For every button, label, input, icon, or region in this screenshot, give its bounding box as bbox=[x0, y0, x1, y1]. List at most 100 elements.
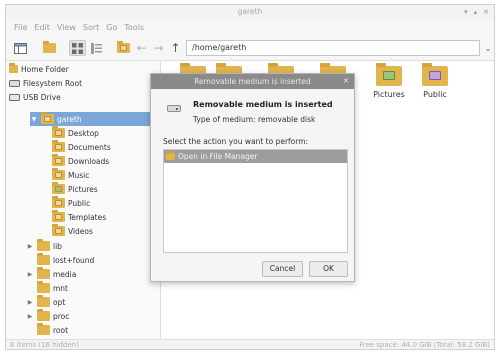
tree-item-desktop[interactable]: Desktop bbox=[52, 126, 99, 140]
up-button[interactable]: ↑ bbox=[167, 40, 184, 56]
arrow-right-icon: → bbox=[153, 41, 164, 55]
tree-item-music[interactable]: Music bbox=[52, 168, 89, 182]
path-input[interactable]: /home/gareth bbox=[186, 40, 480, 56]
folder-icon bbox=[37, 253, 50, 265]
menu-sort[interactable]: Sort bbox=[83, 23, 99, 32]
tree-item-label: Templates bbox=[68, 212, 107, 222]
downloads-folder-icon bbox=[52, 154, 65, 166]
tree-item-label: opt bbox=[53, 297, 66, 307]
pictures-folder-icon bbox=[52, 182, 65, 194]
tree-item-public[interactable]: Public bbox=[52, 196, 90, 210]
tree-item-label: Videos bbox=[68, 226, 93, 236]
tree-item-opt[interactable]: ▶ opt bbox=[26, 295, 65, 309]
tree-item-documents[interactable]: Documents bbox=[52, 140, 111, 154]
place-label: USB Drive bbox=[23, 92, 61, 102]
place-label: Home Folder bbox=[21, 64, 69, 74]
templates-folder-icon bbox=[52, 210, 65, 222]
window-controls: ▾ ▴ ✕ bbox=[464, 5, 489, 19]
place-home-folder[interactable]: Home Folder bbox=[9, 63, 69, 75]
dialog-close-icon[interactable]: ✕ bbox=[343, 74, 349, 89]
folder-icon bbox=[37, 239, 50, 251]
arrow-left-icon: ← bbox=[136, 41, 147, 55]
expander-closed-icon[interactable]: ▶ bbox=[26, 271, 34, 278]
forward-button[interactable]: → bbox=[150, 40, 167, 56]
action-list: Open in File Manager bbox=[163, 149, 348, 253]
videos-folder-icon bbox=[52, 224, 65, 236]
tree-item-root[interactable]: root bbox=[37, 323, 68, 337]
public-folder-icon bbox=[52, 196, 65, 208]
tree-item-label: Public bbox=[68, 198, 91, 208]
tree-item-videos[interactable]: Videos bbox=[52, 224, 93, 238]
menu-file[interactable]: File bbox=[14, 23, 27, 32]
menu-edit[interactable]: Edit bbox=[34, 23, 50, 32]
cancel-button[interactable]: Cancel bbox=[262, 261, 303, 277]
menu-go[interactable]: Go bbox=[106, 23, 117, 32]
new-window-button[interactable] bbox=[12, 40, 29, 56]
tree-item-media[interactable]: ▶ media bbox=[26, 267, 76, 281]
status-bar: 8 items (16 hidden) Free space: 44.0 GiB… bbox=[6, 339, 494, 349]
folder-icon bbox=[37, 323, 50, 335]
minimize-icon[interactable]: ▾ bbox=[464, 5, 468, 19]
public-folder-icon bbox=[422, 63, 448, 86]
documents-folder-icon bbox=[52, 140, 65, 152]
place-filesystem-root[interactable]: Filesystem Root bbox=[9, 77, 82, 89]
expander-closed-icon[interactable]: ▶ bbox=[26, 299, 34, 306]
action-open-file-manager[interactable]: Open in File Manager bbox=[164, 150, 347, 163]
new-folder-button[interactable] bbox=[41, 40, 58, 56]
icon-view-button[interactable] bbox=[69, 40, 86, 56]
list-view-icon bbox=[91, 42, 102, 54]
back-button[interactable]: ← bbox=[133, 40, 150, 56]
folder-icon bbox=[43, 41, 56, 53]
file-item-pictures[interactable]: Pictures bbox=[364, 63, 414, 99]
drive-icon bbox=[167, 105, 181, 112]
action-prompt: Select the action you want to perform: bbox=[163, 137, 309, 146]
tree-item-lib[interactable]: ▶ lib bbox=[26, 239, 62, 253]
path-dropdown-button[interactable]: ⌄ bbox=[483, 40, 493, 56]
home-button[interactable] bbox=[115, 40, 132, 56]
new-window-icon bbox=[14, 42, 27, 54]
free-space: Free space: 44.0 GiB (Total: 58.2 GiB) bbox=[359, 341, 490, 349]
tree-item-mnt[interactable]: mnt bbox=[37, 281, 68, 295]
icon-view-icon bbox=[72, 42, 83, 54]
arrow-up-icon: ↑ bbox=[170, 41, 181, 55]
file-item-public[interactable]: Public bbox=[410, 63, 460, 99]
home-folder-icon bbox=[9, 63, 18, 73]
list-view-button[interactable] bbox=[88, 40, 105, 56]
tree-item-templates[interactable]: Templates bbox=[52, 210, 106, 224]
folder-icon bbox=[37, 295, 50, 307]
place-usb-drive[interactable]: USB Drive bbox=[9, 91, 61, 103]
tree-item-label: Downloads bbox=[68, 156, 110, 166]
removable-medium-dialog: Removable medium is inserted ✕ Removable… bbox=[150, 73, 355, 282]
expander-closed-icon[interactable]: ▶ bbox=[26, 243, 34, 250]
usb-drive-icon bbox=[9, 93, 20, 101]
drive-icon bbox=[9, 79, 20, 87]
dialog-heading: Removable medium is inserted bbox=[193, 100, 333, 109]
tree-item-gareth[interactable]: ▼ gareth bbox=[30, 112, 156, 126]
tree-item-proc[interactable]: ▶ proc bbox=[26, 309, 69, 323]
home-folder-icon bbox=[117, 41, 130, 53]
tree-item-label: mnt bbox=[53, 283, 68, 293]
title-bar: gareth ▾ ▴ ✕ bbox=[6, 5, 494, 19]
tree-item-label: proc bbox=[53, 311, 70, 321]
dialog-title: Removable medium is inserted ✕ bbox=[151, 74, 354, 89]
expander-closed-icon[interactable]: ▶ bbox=[26, 313, 34, 320]
tree-item-label: Desktop bbox=[68, 128, 99, 138]
tree-item-lost-found[interactable]: lost+found bbox=[37, 253, 94, 267]
medium-type: Type of medium: removable disk bbox=[193, 115, 316, 124]
tree-item-label: lost+found bbox=[53, 255, 95, 265]
home-folder-icon bbox=[41, 112, 54, 124]
folder-icon bbox=[166, 151, 175, 160]
menu-view[interactable]: View bbox=[57, 23, 76, 32]
tree-item-label: media bbox=[53, 269, 77, 279]
maximize-icon[interactable]: ▴ bbox=[474, 5, 478, 19]
expander-open-icon[interactable]: ▼ bbox=[30, 116, 38, 123]
menu-tools[interactable]: Tools bbox=[124, 23, 144, 32]
close-icon[interactable]: ✕ bbox=[483, 5, 489, 19]
tree-item-label: root bbox=[53, 325, 69, 335]
tree-item-pictures[interactable]: Pictures bbox=[52, 182, 98, 196]
ok-button[interactable]: OK bbox=[309, 261, 348, 277]
menu-bar: File Edit View Sort Go Tools bbox=[6, 19, 494, 35]
dialog-title-text: Removable medium is inserted bbox=[194, 77, 311, 86]
folder-icon bbox=[37, 281, 50, 293]
tree-item-downloads[interactable]: Downloads bbox=[52, 154, 109, 168]
